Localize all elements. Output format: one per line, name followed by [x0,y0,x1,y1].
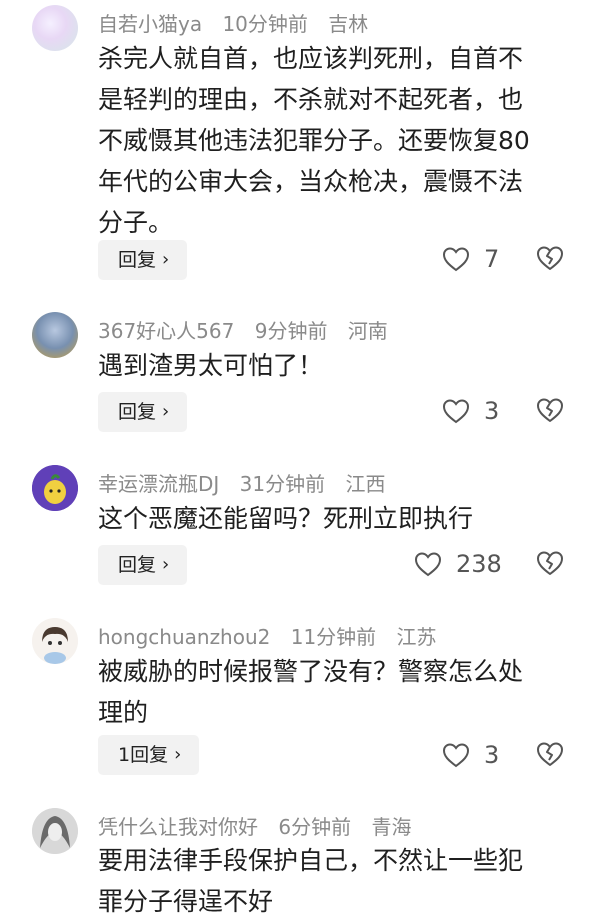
like-button[interactable]: 3 [442,741,499,769]
reply-button[interactable]: 1回复 › [98,735,200,775]
timestamp: 6分钟前 [278,815,352,839]
heart-icon [442,399,470,424]
location: 江苏 [396,625,437,649]
heart-icon [442,743,470,768]
comment-text: 被威胁的时候报警了没有？警察怎么处 理的 [98,657,524,727]
broken-heart-icon [537,742,563,766]
dislike-button[interactable] [536,741,564,771]
timestamp: 11分钟前 [290,625,377,649]
avatar[interactable] [32,5,78,51]
like-count: 3 [484,741,500,769]
comment-text: 这个恶魔还能留吗？死刑立即执行 [98,504,474,533]
avatar-image [32,465,78,511]
chevron-right-icon: › [174,744,182,765]
like-count: 7 [484,245,500,273]
location: 江西 [345,472,386,496]
avatar-image [32,808,78,854]
comment-text: 杀完人就自首，也应该判死刑，自首不 是轻判的理由，不杀就对不起死者，也 不威慑其… [98,44,530,237]
dislike-button[interactable] [536,397,564,427]
heart-icon [414,552,442,577]
username[interactable]: 自若小猫ya [98,12,202,36]
heart-icon [442,247,470,272]
dislike-button[interactable] [536,550,564,580]
like-button[interactable]: 3 [442,397,499,425]
broken-heart-icon [537,551,563,575]
broken-heart-icon [537,398,563,422]
broken-heart-icon [537,246,563,270]
like-count: 3 [484,397,500,425]
comment-meta: hongchuanzhou2 11分钟前 江苏 [98,621,451,650]
comment-meta: 凭什么让我对你好 6分钟前 青海 [98,811,425,840]
chevron-right-icon: › [162,554,170,575]
timestamp: 10分钟前 [222,12,308,36]
like-button[interactable]: 7 [442,245,499,273]
location: 河南 [347,319,388,343]
timestamp: 31分钟前 [239,472,326,496]
comment-text: 要用法律手段保护自己，不然让一些犯 罪分子得逞不好 [98,846,524,916]
like-button[interactable]: 238 [414,550,502,578]
like-count: 238 [456,550,502,578]
timestamp: 9分钟前 [254,319,328,343]
avatar[interactable] [32,465,78,511]
username[interactable]: 幸运漂流瓶DJ [98,472,219,496]
comment-meta: 幸运漂流瓶DJ 31分钟前 江西 [98,468,399,497]
dislike-button[interactable] [536,245,564,275]
avatar[interactable] [32,312,78,358]
avatar[interactable] [32,618,78,664]
comment-text: 遇到渣男太可怕了！ [98,351,324,380]
username[interactable]: 367好心人567 [98,319,234,343]
reply-button[interactable]: 回复 › [98,240,188,280]
username[interactable]: hongchuanzhou2 [98,625,270,649]
avatar-image [32,618,78,664]
comment-meta: 自若小猫ya 10分钟前 吉林 [98,8,382,37]
chevron-right-icon: › [162,249,170,270]
avatar[interactable] [32,808,78,854]
reply-button[interactable]: 回复 › [98,545,188,585]
location: 青海 [371,815,412,839]
comment-meta: 367好心人567 9分钟前 河南 [98,315,402,344]
chevron-right-icon: › [162,401,170,422]
reply-button[interactable]: 回复 › [98,392,188,432]
location: 吉林 [328,12,369,36]
username[interactable]: 凭什么让我对你好 [98,815,258,839]
